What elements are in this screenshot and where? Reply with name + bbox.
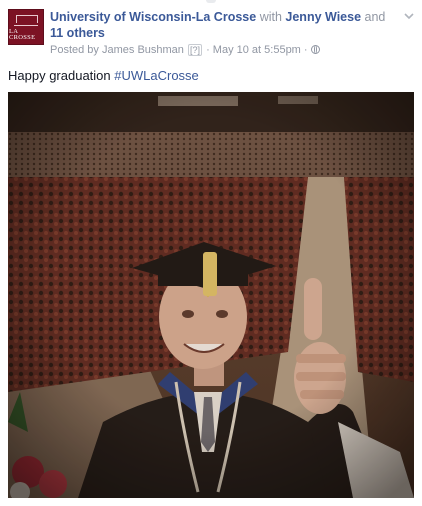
- page-name-link[interactable]: University of Wisconsin-La Crosse: [50, 10, 256, 24]
- chevron-down-icon[interactable]: [403, 10, 415, 22]
- page-avatar[interactable]: LA CROSSE: [8, 9, 44, 45]
- meta-separator: ·: [206, 44, 210, 56]
- and-label: and: [364, 10, 386, 24]
- author-link[interactable]: James Bushman: [102, 44, 184, 56]
- hashtag-link[interactable]: #UWLaCrosse: [114, 68, 199, 83]
- post-meta: Posted by James Bushman [?] · May 10 at …: [50, 43, 320, 57]
- others-link[interactable]: 11 others: [50, 26, 105, 40]
- meta-separator: ·: [303, 44, 308, 56]
- post-top-edge: [0, 0, 422, 5]
- tagged-person-link[interactable]: Jenny Wiese: [285, 10, 361, 24]
- post-message: Happy graduation #UWLaCrosse: [8, 67, 199, 84]
- post-header: University of Wisconsin-La Crosse with J…: [50, 9, 394, 41]
- graduation-selfie-image: [8, 92, 414, 498]
- post-photo[interactable]: [8, 92, 414, 498]
- with-label: with: [259, 10, 282, 24]
- posted-by-label: Posted by: [50, 44, 99, 56]
- globe-icon[interactable]: [310, 45, 320, 54]
- timestamp-link[interactable]: May 10 at 5:55pm: [213, 44, 301, 56]
- university-logo-icon: [14, 13, 38, 26]
- avatar-logo-text: LA CROSSE: [9, 27, 36, 41]
- message-text: Happy graduation: [8, 68, 115, 83]
- feed-post: LA CROSSE University of Wisconsin-La Cro…: [0, 0, 422, 506]
- help-marker[interactable]: [?]: [187, 44, 202, 56]
